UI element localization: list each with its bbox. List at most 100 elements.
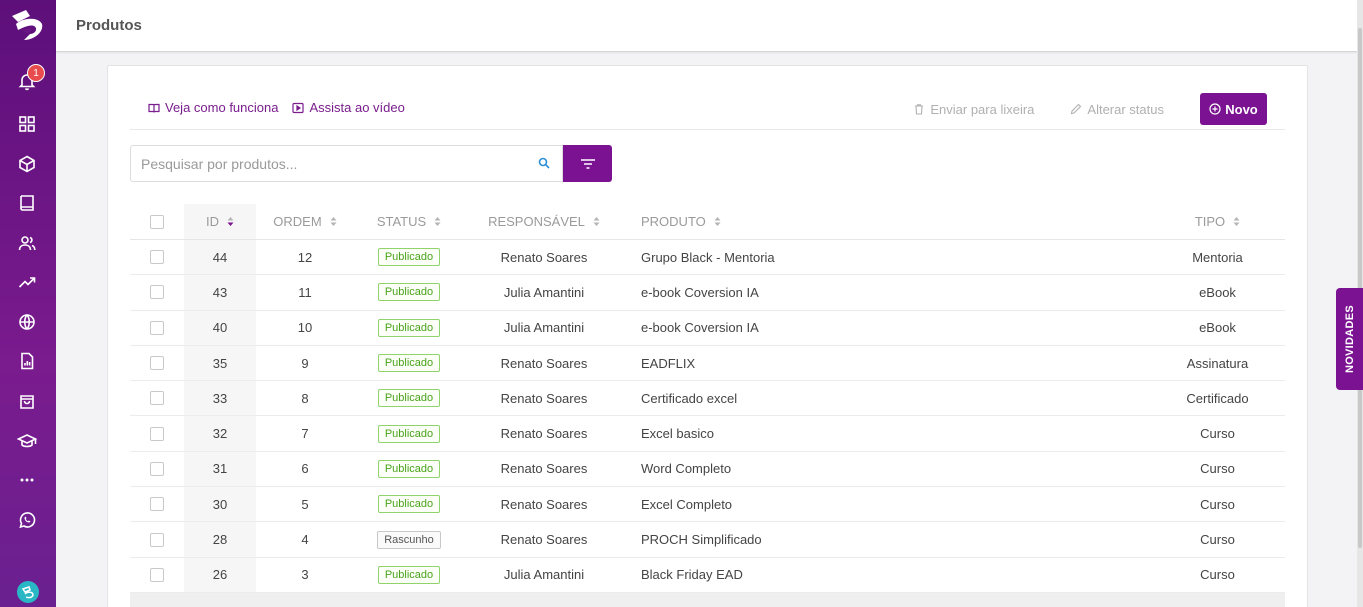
status-badge: Publicado [377, 248, 441, 267]
header-status[interactable]: STATUS [354, 204, 464, 239]
row-checkbox[interactable] [150, 567, 164, 582]
dashboard-icon[interactable] [16, 113, 38, 135]
cell-product[interactable]: Excel basico [641, 416, 1041, 450]
header-product-label: PRODUTO [641, 214, 706, 229]
cell-order: 7 [301, 426, 309, 442]
row-checkbox[interactable] [150, 426, 164, 441]
how-it-works-label: Veja como funciona [165, 100, 279, 115]
header-type-label: TIPO [1194, 214, 1226, 229]
table-row[interactable]: 28 4 Rascunho Renato Soares PROCH Simpli… [130, 522, 1285, 558]
cell-product[interactable]: Grupo Black - Mentoria [641, 240, 1041, 274]
table-row[interactable]: 32 7 Publicado Renato Soares Excel basic… [130, 416, 1285, 452]
search-icon[interactable] [538, 157, 550, 169]
how-it-works-link[interactable]: Veja como funciona [148, 100, 278, 115]
globe-icon[interactable] [16, 311, 38, 333]
cell-id: 30 [212, 496, 228, 512]
trending-up-icon[interactable] [16, 271, 38, 293]
cell-order: 12 [297, 249, 313, 265]
select-all-checkbox[interactable] [150, 214, 164, 229]
table-row[interactable]: 44 12 Publicado Renato Soares Grupo Blac… [130, 240, 1285, 276]
header-order[interactable]: ORDEM [256, 204, 354, 239]
cell-order: 5 [301, 496, 309, 512]
table-row[interactable]: 31 6 Publicado Renato Soares Word Comple… [130, 451, 1285, 488]
header-order-label: ORDEM [273, 214, 322, 229]
report-icon[interactable] [16, 350, 38, 372]
search-input[interactable] [131, 146, 521, 181]
status-badge: Publicado [377, 283, 441, 302]
status-badge: Publicado [377, 389, 441, 408]
new-product-button[interactable]: Novo [1200, 93, 1267, 125]
row-checkbox[interactable] [150, 285, 164, 300]
table-row[interactable]: 26 3 Publicado Julia Amantini Black Frid… [130, 557, 1285, 593]
header-id[interactable]: ID [184, 204, 256, 239]
row-checkbox[interactable] [150, 532, 164, 547]
header-owner[interactable]: RESPONSÁVEL [464, 204, 624, 239]
sort-desc-icon [227, 217, 234, 226]
filter-button[interactable] [563, 145, 612, 182]
watch-video-label: Assista ao vídeo [309, 100, 405, 115]
change-status-button[interactable]: Alterar status [1070, 102, 1164, 117]
cell-order: 10 [297, 320, 313, 336]
row-checkbox[interactable] [150, 497, 164, 512]
status-badge: Rascunho [377, 530, 441, 549]
header-type[interactable]: TIPO [1160, 204, 1275, 239]
cell-owner: Renato Soares [500, 355, 588, 371]
whatsapp-icon[interactable] [16, 509, 38, 531]
products-table: ID ORDEM STATUS RESPONSÁVEL PRODUTO TIPO [130, 204, 1285, 593]
status-badge: Publicado [377, 495, 441, 514]
cell-id: 35 [212, 355, 228, 371]
row-checkbox[interactable] [150, 356, 164, 371]
logo-icon[interactable] [8, 6, 48, 46]
cell-owner: Julia Amantini [503, 284, 585, 300]
trash-button[interactable]: Enviar para lixeira [913, 102, 1034, 117]
table-row[interactable]: 43 11 Publicado Julia Amantini e-book Co… [130, 275, 1285, 311]
book-icon[interactable] [16, 192, 38, 214]
support-icon[interactable] [17, 581, 39, 603]
cell-type: Curso [1200, 532, 1235, 548]
cell-owner: Julia Amantini [503, 567, 585, 583]
cell-owner: Renato Soares [500, 496, 588, 512]
row-checkbox[interactable] [150, 391, 164, 406]
cell-product[interactable]: e-book Coversion IA [641, 275, 1041, 309]
cell-product[interactable]: Black Friday EAD [641, 558, 1041, 592]
new-product-label: Novo [1225, 101, 1258, 117]
sidebar: 1 [0, 0, 56, 607]
table-row[interactable]: 35 9 Publicado Renato Soares EADFLIX Ass… [130, 345, 1285, 382]
cell-product[interactable]: Certificado excel [641, 381, 1041, 415]
news-side-tab[interactable]: NOVIDADES [1336, 288, 1363, 390]
search-box [130, 145, 563, 182]
cell-product[interactable]: EADFLIX [641, 346, 1041, 380]
cell-id: 28 [212, 532, 228, 548]
cell-owner: Julia Amantini [503, 320, 585, 336]
table-footer-bar [130, 593, 1285, 607]
table-row[interactable]: 40 10 Publicado Julia Amantini e-book Co… [130, 310, 1285, 346]
cell-product[interactable]: Word Completo [641, 452, 1041, 486]
table-row[interactable]: 33 8 Publicado Renato Soares Certificado… [130, 381, 1285, 417]
plus-circle-icon [1209, 103, 1221, 115]
shopping-bag-icon[interactable] [16, 390, 38, 412]
cell-type: Curso [1200, 426, 1235, 442]
graduation-cap-icon[interactable] [16, 430, 38, 452]
cell-order: 9 [301, 355, 309, 371]
more-icon[interactable] [16, 469, 38, 491]
row-checkbox[interactable] [150, 320, 164, 335]
table-header: ID ORDEM STATUS RESPONSÁVEL PRODUTO TIPO [130, 204, 1285, 240]
cell-product[interactable]: e-book Coversion IA [641, 311, 1041, 345]
sort-icon [714, 217, 721, 226]
header-product[interactable]: PRODUTO [641, 204, 1041, 239]
cell-owner: Renato Soares [500, 532, 588, 548]
toolbar-actions: Enviar para lixeira Alterar status Novo [913, 93, 1267, 125]
page-title: Produtos [76, 17, 142, 34]
row-checkbox[interactable] [150, 250, 164, 265]
watch-video-link[interactable]: Assista ao vídeo [292, 100, 405, 115]
sort-icon [1233, 217, 1240, 226]
users-icon[interactable] [16, 232, 38, 254]
cell-id: 33 [212, 390, 228, 406]
table-row[interactable]: 30 5 Publicado Renato Soares Excel Compl… [130, 487, 1285, 523]
cell-type: eBook [1199, 320, 1236, 336]
box-icon[interactable] [16, 153, 38, 175]
cell-product[interactable]: PROCH Simplificado [641, 522, 1041, 556]
cell-product[interactable]: Excel Completo [641, 487, 1041, 521]
row-checkbox[interactable] [150, 461, 164, 476]
cell-type: Certificado [1186, 390, 1249, 406]
